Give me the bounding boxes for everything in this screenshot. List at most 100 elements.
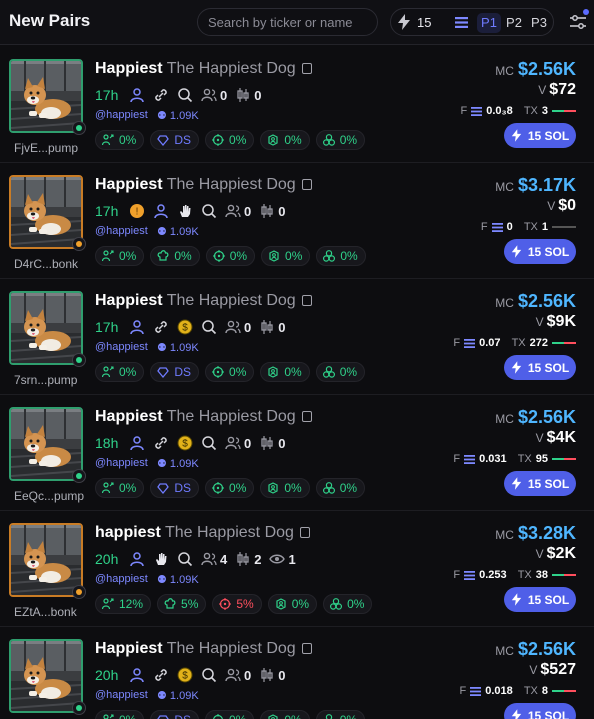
token-name[interactable]: Happiest The Happiest Dog — [95, 640, 312, 658]
bonk-icon[interactable]: ! — [129, 203, 145, 219]
token-name[interactable]: Happiest The Happiest Dog — [95, 176, 312, 194]
top10-pill[interactable]: 0% — [95, 710, 145, 719]
dev-icon[interactable] — [129, 667, 145, 683]
dev-icon[interactable] — [129, 435, 145, 451]
quick-buy-button[interactable]: 15 SOL — [504, 587, 576, 612]
twitter-handle[interactable]: @happiest — [95, 109, 148, 121]
token-address[interactable]: 7srn...pump — [14, 373, 84, 387]
followers-count[interactable]: ⚉ 1.09K — [157, 689, 199, 702]
dev-icon[interactable] — [129, 551, 145, 567]
pair-card[interactable]: EeQc...pump Happiest The Happiest Dog 18h $… — [0, 395, 594, 511]
copy-icon[interactable] — [301, 63, 312, 74]
top10-pill[interactable]: 0% — [95, 246, 145, 266]
quick-buy-button[interactable]: 15 SOL — [504, 471, 576, 496]
quick-buy-amount[interactable]: 15 — [417, 15, 431, 30]
twitter-handle[interactable]: @happiest — [95, 689, 148, 701]
insider-pill[interactable]: 0% — [261, 246, 311, 266]
copy-icon[interactable] — [299, 527, 310, 538]
twitter-handle[interactable]: @happiest — [95, 573, 148, 585]
chef-pill[interactable]: 0% — [150, 246, 200, 266]
quick-buy-button[interactable]: 15 SOL — [504, 123, 576, 148]
quick-buy-button[interactable]: 15 SOL — [504, 355, 576, 380]
bundle-pill[interactable]: 0% — [323, 594, 373, 614]
search-icon[interactable] — [201, 667, 217, 683]
top10-pill[interactable]: 0% — [95, 478, 145, 498]
insider-pill[interactable]: 0% — [260, 710, 310, 719]
link-icon[interactable] — [153, 667, 169, 683]
token-address[interactable]: EZtA...bonk — [14, 605, 84, 619]
sniper-pill[interactable]: 0% — [205, 246, 256, 266]
insider-pill[interactable]: 0% — [260, 130, 310, 150]
link-icon[interactable] — [153, 319, 169, 335]
insider-pill[interactable]: 0% — [260, 362, 310, 382]
search-box[interactable] — [197, 8, 378, 36]
dex-pill[interactable]: DS — [150, 710, 200, 719]
hand-icon[interactable] — [153, 551, 169, 567]
quick-buy-button[interactable]: 15 SOL — [504, 239, 576, 264]
sniper-pill[interactable]: 0% — [205, 478, 255, 498]
preset-p3-button[interactable]: P3 — [527, 13, 551, 33]
dev-icon[interactable] — [129, 319, 145, 335]
twitter-handle[interactable]: @happiest — [95, 457, 148, 469]
dex-pill[interactable]: DS — [150, 362, 200, 382]
dex-pill[interactable]: DS — [150, 478, 200, 498]
link-icon[interactable] — [153, 87, 169, 103]
sniper-pill[interactable]: 0% — [205, 710, 255, 719]
search-icon[interactable] — [201, 435, 217, 451]
pair-card[interactable]: FjvE...pump Happiest The Happiest Dog 17h 0… — [0, 47, 594, 163]
token-name[interactable]: happiest The Happiest Dog — [95, 524, 310, 542]
top10-pill[interactable]: 0% — [95, 130, 145, 150]
search-input[interactable] — [198, 9, 377, 35]
token-avatar[interactable] — [9, 639, 83, 713]
dex-pill[interactable]: DS — [150, 130, 200, 150]
token-name[interactable]: Happiest The Happiest Dog — [95, 60, 312, 78]
bundle-pill[interactable]: 0% — [316, 246, 366, 266]
search-icon[interactable] — [201, 203, 217, 219]
search-icon[interactable] — [201, 319, 217, 335]
search-icon[interactable] — [177, 551, 193, 567]
pair-card[interactable]: 7srn...pump Happiest The Happiest Dog 17h $… — [0, 279, 594, 395]
token-avatar[interactable] — [9, 291, 83, 365]
followers-count[interactable]: ⚉ 1.09K — [157, 109, 199, 122]
chef-pill[interactable]: 5% — [157, 594, 207, 614]
bundle-pill[interactable]: 0% — [315, 130, 366, 150]
insider-pill[interactable]: 0% — [267, 594, 318, 614]
token-name[interactable]: Happiest The Happiest Dog — [95, 292, 312, 310]
token-avatar[interactable] — [9, 407, 83, 481]
sniper-pill[interactable]: 0% — [205, 362, 255, 382]
preset-p2-button[interactable]: P2 — [502, 13, 526, 33]
copy-icon[interactable] — [301, 643, 312, 654]
twitter-handle[interactable]: @happiest — [95, 341, 148, 353]
top10-pill[interactable]: 12% — [95, 594, 152, 614]
filter-settings-button[interactable] — [568, 9, 589, 32]
copy-icon[interactable] — [301, 179, 312, 190]
link-icon[interactable] — [153, 435, 169, 451]
token-name[interactable]: Happiest The Happiest Dog — [95, 408, 312, 426]
token-address[interactable]: FjvE...pump — [14, 141, 84, 155]
dev-icon[interactable] — [129, 87, 145, 103]
sniper-pill[interactable]: 5% — [212, 594, 262, 614]
pair-card[interactable]: EZtA...bonk happiest The Happiest Dog 20h 4… — [0, 511, 594, 627]
token-address[interactable]: EeQc...pump — [14, 489, 84, 503]
search-icon[interactable] — [177, 87, 193, 103]
token-avatar[interactable] — [9, 175, 83, 249]
token-avatar[interactable] — [9, 59, 83, 133]
hand-icon[interactable] — [177, 203, 193, 219]
pair-card[interactable]: D4rC...bonk Happiest The Happiest Dog 17h!… — [0, 163, 594, 279]
twitter-handle[interactable]: @happiest — [95, 225, 148, 237]
followers-count[interactable]: ⚉ 1.09K — [157, 225, 199, 238]
copy-icon[interactable] — [301, 295, 312, 306]
token-address[interactable]: D4rC...bonk — [14, 257, 84, 271]
token-avatar[interactable] — [9, 523, 83, 597]
coin-icon[interactable]: $ — [177, 667, 193, 683]
preset-p1-button[interactable]: P1 — [477, 13, 501, 33]
top10-pill[interactable]: 0% — [95, 362, 145, 382]
sniper-pill[interactable]: 0% — [205, 130, 255, 150]
coin-icon[interactable]: $ — [177, 319, 193, 335]
copy-icon[interactable] — [301, 411, 312, 422]
insider-pill[interactable]: 0% — [260, 478, 310, 498]
bundle-pill[interactable]: 0% — [315, 710, 366, 719]
followers-count[interactable]: ⚉ 1.09K — [157, 573, 199, 586]
bundle-pill[interactable]: 0% — [315, 362, 366, 382]
dev-icon[interactable] — [153, 203, 169, 219]
